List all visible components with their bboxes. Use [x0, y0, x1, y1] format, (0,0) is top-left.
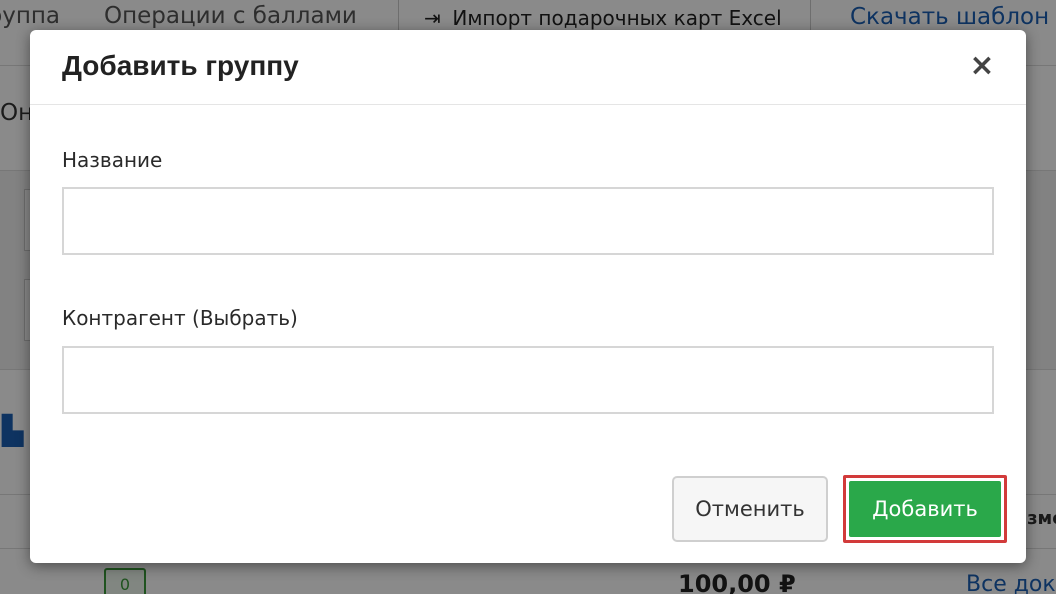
cancel-button[interactable]: Отменить: [672, 476, 828, 542]
counterparty-input[interactable]: [62, 346, 994, 414]
name-input[interactable]: [62, 187, 994, 255]
close-icon[interactable]: ×: [966, 48, 998, 84]
name-field-label: Название: [62, 148, 163, 172]
dialog-header: Добавить группу ×: [30, 30, 1026, 105]
dialog-title: Добавить группу: [62, 50, 299, 81]
add-button[interactable]: Добавить: [849, 481, 1001, 537]
add-group-dialog: Добавить группу × Название Контрагент (В…: [30, 30, 1026, 563]
counterparty-field-label[interactable]: Контрагент (Выбрать): [62, 306, 298, 330]
